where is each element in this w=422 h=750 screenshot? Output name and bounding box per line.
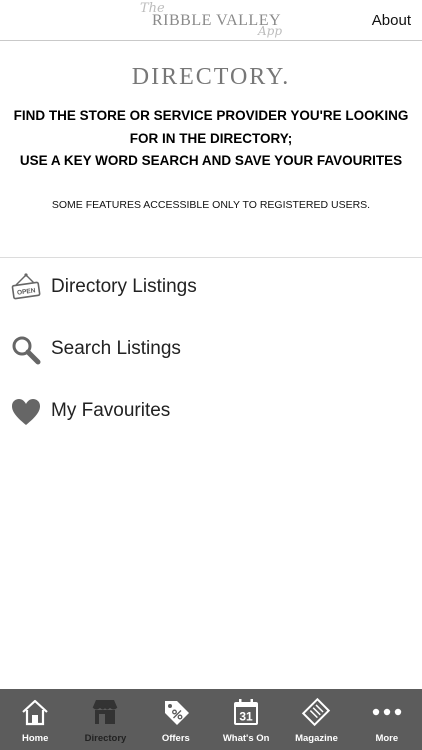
store-icon (93, 700, 118, 724)
registered-users-note: SOME FEATURES ACCESSIBLE ONLY TO REGISTE… (51, 199, 371, 211)
tab-label: Home (21, 733, 49, 744)
header-bar: The RIBBLE VALLEY App About (0, 0, 422, 41)
menu-item-label: Search Listings (51, 338, 181, 359)
intro-line: FIND THE STORE OR SERVICE PROVIDER YOU'R… (13, 108, 409, 123)
home-icon (22, 699, 48, 726)
open-sign-icon: OPEN (11, 273, 41, 300)
tab-more[interactable]: More (352, 689, 422, 750)
bottom-tab-bar: Home Directory Offers 31 What's On Magaz… (0, 689, 422, 750)
tab-magazine[interactable]: Magazine (281, 689, 351, 750)
tab-whats-on[interactable]: 31 What's On (211, 689, 281, 750)
menu-item-search-listings[interactable]: Search Listings (0, 324, 422, 376)
tab-label: More (375, 733, 399, 744)
tab-home[interactable]: Home (0, 689, 70, 750)
app-logo[interactable]: The RIBBLE VALLEY App (138, 0, 284, 40)
menu-item-label: Directory Listings (51, 276, 197, 297)
tab-label: What's On (222, 733, 270, 744)
tab-label: Offers (161, 733, 190, 744)
page-title: DIRECTORY. (131, 64, 291, 90)
offer-tag-icon (164, 701, 189, 725)
tab-label: Magazine (295, 733, 338, 744)
calendar-icon: 31 (234, 699, 259, 725)
logo-app: App (258, 24, 283, 38)
calendar-day: 31 (239, 710, 253, 724)
intro-line: FOR IN THE DIRECTORY; (129, 130, 293, 146)
menu-item-label: My Favourites (51, 400, 171, 421)
about-button[interactable]: About (372, 12, 411, 29)
heart-icon (12, 399, 40, 425)
intro-text: FIND THE STORE OR SERVICE PROVIDER YOU'R… (0, 105, 422, 173)
tab-directory[interactable]: Directory (70, 689, 140, 750)
intro-line: USE A KEY WORD SEARCH AND SAVE YOUR FAVO… (19, 153, 403, 168)
menu-item-directory-listings[interactable]: OPEN Directory Listings (0, 262, 422, 314)
menu-item-my-favourites[interactable]: My Favourites (0, 386, 422, 438)
tab-offers[interactable]: Offers (141, 689, 211, 750)
magazine-icon (302, 697, 331, 727)
more-icon (372, 708, 401, 716)
divider (0, 257, 422, 258)
tab-label: Directory (84, 733, 127, 744)
search-icon (12, 336, 41, 365)
